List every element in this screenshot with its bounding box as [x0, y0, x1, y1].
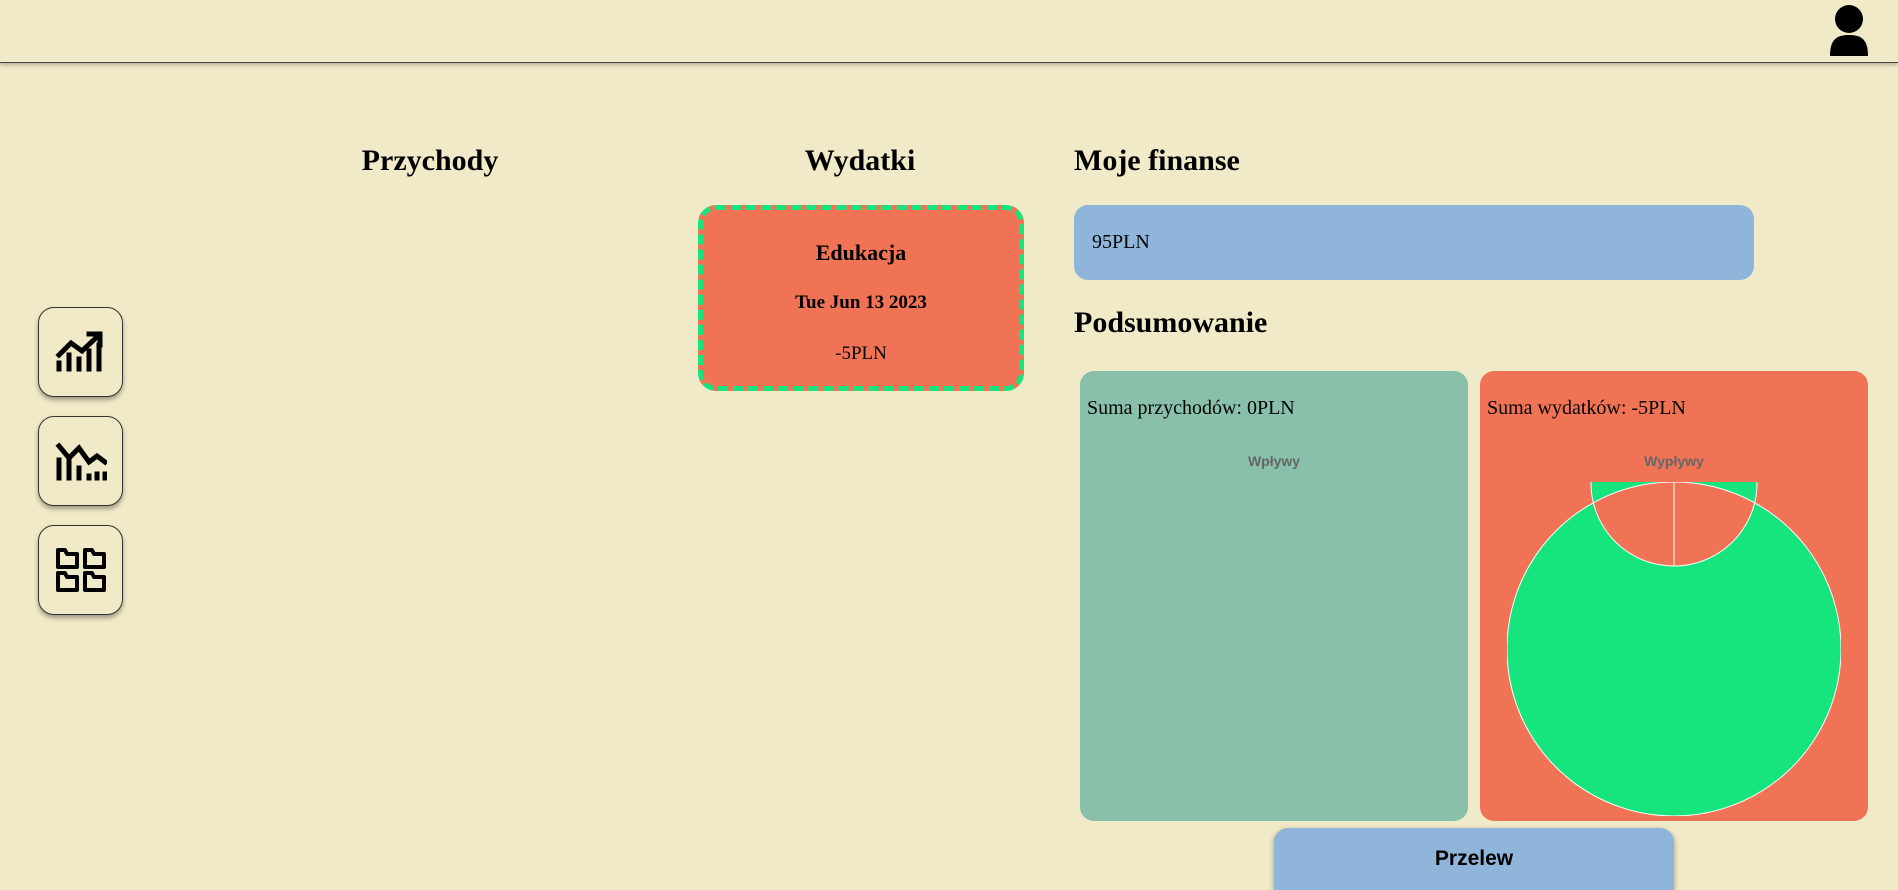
- expense-amount: -5PLN: [835, 343, 887, 364]
- income-sum: Suma przychodów: 0PLN: [1087, 397, 1295, 419]
- categories-view-button[interactable]: [38, 525, 123, 615]
- expense-chart-icon: [54, 442, 107, 481]
- income-title: Przychody: [361, 144, 499, 177]
- summary-title: Podsumowanie: [1074, 306, 1268, 339]
- expense-donut-chart: [1507, 482, 1841, 816]
- income-summary-panel: Suma przychodów: 0PLN Wpływy: [1080, 371, 1468, 821]
- categories-folders-icon: [55, 548, 106, 592]
- expense-category: Edukacja: [815, 240, 907, 265]
- income-chart-title: Wpływy: [1247, 453, 1301, 469]
- expenses-title: Wydatki: [804, 144, 916, 177]
- income-chart-icon: [54, 331, 103, 372]
- expense-summary-panel: Suma wydatków: -5PLN Wypływy: [1480, 371, 1868, 821]
- user-avatar-icon[interactable]: [1828, 4, 1870, 58]
- balance-value: 95PLN: [1092, 231, 1150, 253]
- income-view-button[interactable]: [38, 307, 123, 397]
- expense-view-button[interactable]: [38, 416, 123, 506]
- expense-chart-title: Wypływy: [1644, 453, 1704, 469]
- transfer-button[interactable]: Przelew: [1274, 828, 1674, 890]
- finances-title: Moje finanse: [1074, 144, 1240, 177]
- expense-date: Tue Jun 13 2023: [795, 292, 927, 313]
- balance-box: 95PLN: [1074, 205, 1754, 280]
- top-bar: [0, 0, 1898, 63]
- expense-card[interactable]: Edukacja Tue Jun 13 2023 -5PLN: [698, 205, 1024, 391]
- expense-sum: Suma wydatków: -5PLN: [1487, 397, 1686, 419]
